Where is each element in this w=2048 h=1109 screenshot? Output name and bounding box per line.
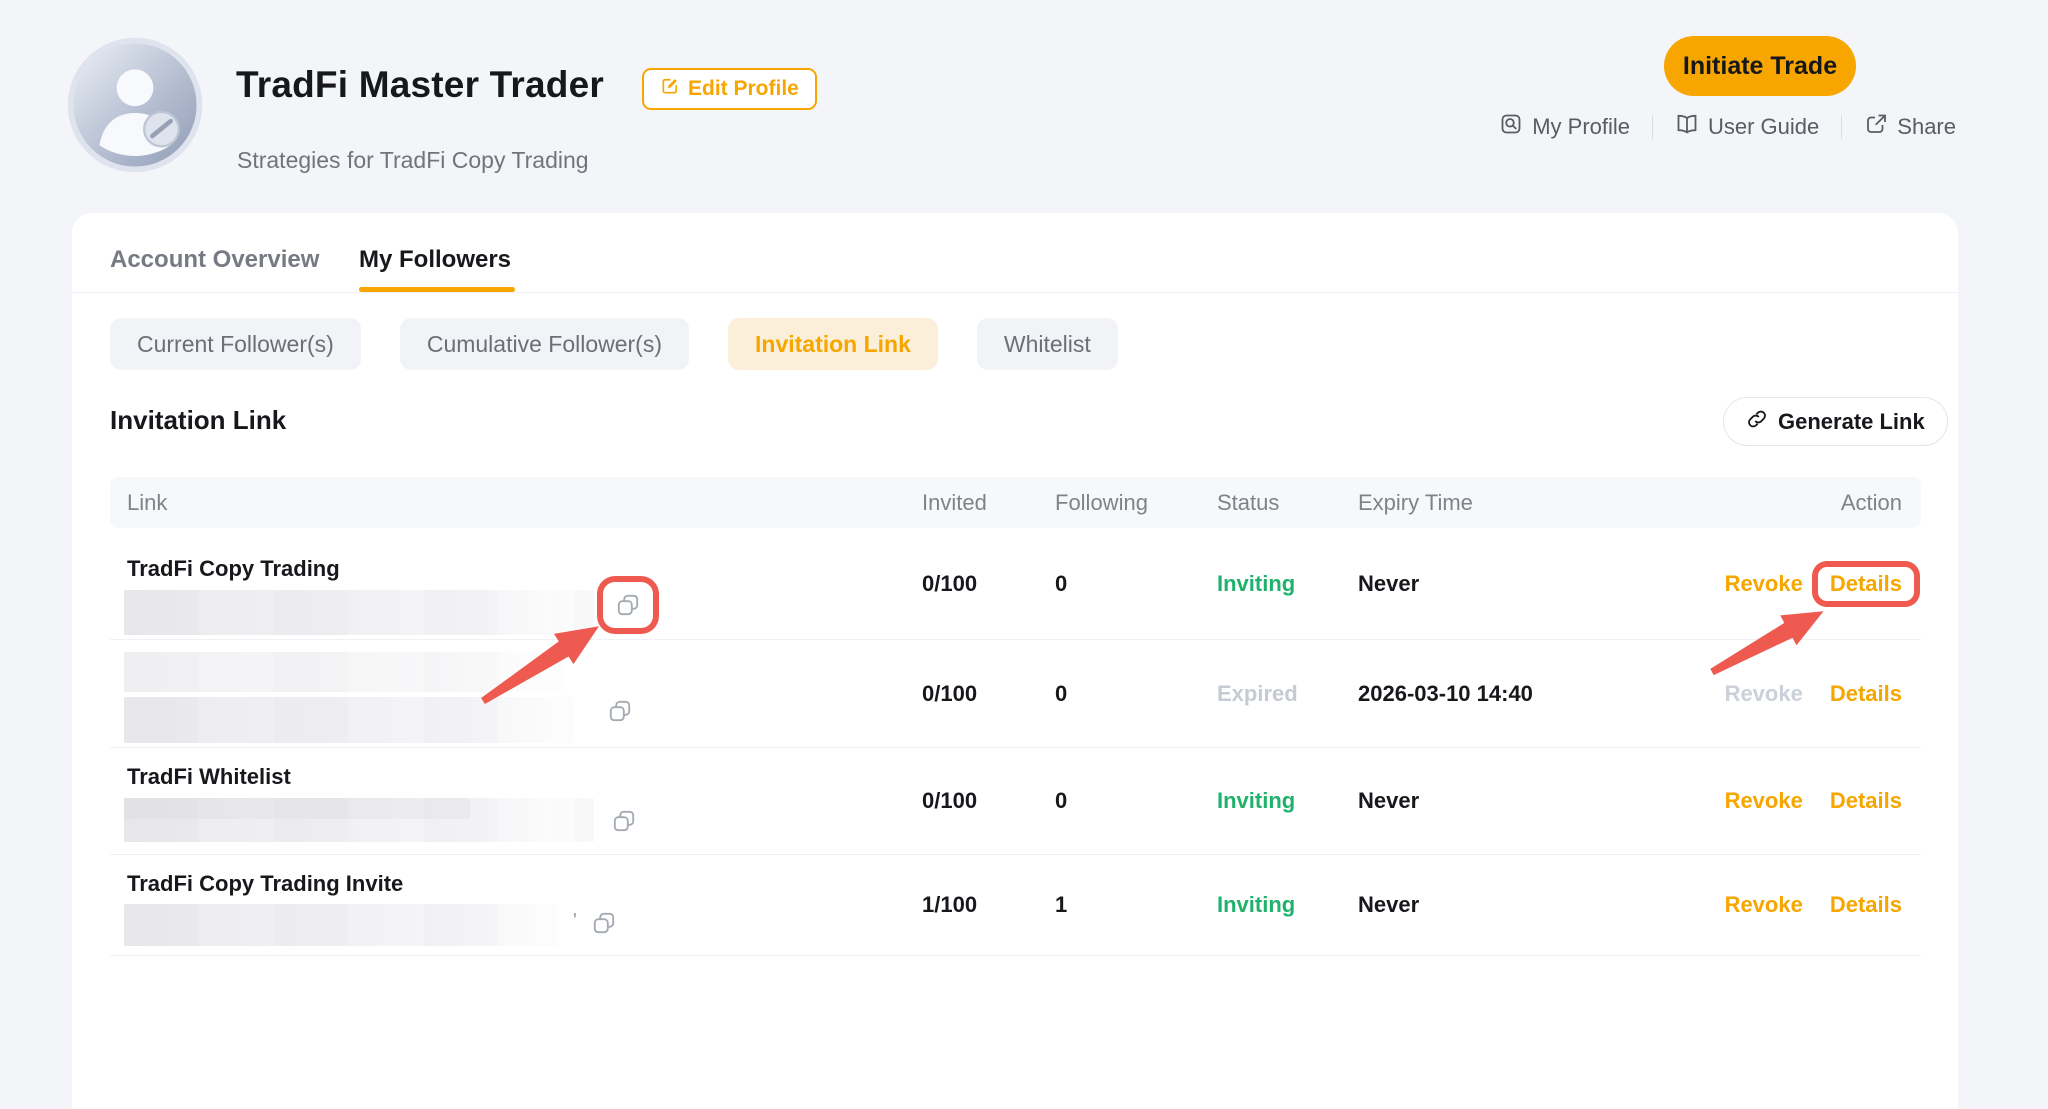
filter-pills: Current Follower(s) Cumulative Follower(… [110,318,1118,370]
revoke-link[interactable]: Revoke [1725,892,1803,918]
expiry-time: Never [1358,571,1419,597]
tab-my-followers[interactable]: My Followers [359,246,511,274]
share-label: Share [1897,114,1956,140]
redacted-link-url [124,697,574,743]
share-icon [1864,112,1888,142]
divider [1841,115,1842,139]
following-count: 0 [1055,681,1067,707]
invite-link-name: TradFi Whitelist [127,764,291,790]
copy-link-button[interactable] [591,910,617,936]
invited-count: 0/100 [922,571,977,597]
col-invited: Invited [922,490,987,516]
edit-icon [660,76,680,102]
my-profile-link[interactable]: My Profile [1499,112,1630,142]
row-actions: Revoke Details [1725,892,1902,918]
main-card: Account Overview My Followers Current Fo… [72,213,1958,1109]
generate-link-button[interactable]: Generate Link [1723,397,1948,446]
filter-cumulative-followers[interactable]: Cumulative Follower(s) [400,318,689,370]
profile-subtitle: Strategies for TradFi Copy Trading [237,147,589,174]
table-row: 0/100 0 Expired 2026-03-10 14:40 Revoke … [110,640,1921,748]
page-title: TradFi Master Trader [236,64,604,106]
profile-search-icon [1499,112,1523,142]
copy-link-highlight-box [603,582,653,628]
initiate-trade-button[interactable]: Initiate Trade [1664,36,1856,96]
following-count: 0 [1055,788,1067,814]
redacted-link-url [124,798,470,819]
copy-link-button[interactable] [607,698,633,724]
table-row: TradFi Copy Trading 0/100 0 Inviting Nev… [110,528,1921,640]
col-action: Action [1841,490,1902,516]
row-actions: Revoke Details [1725,681,1902,707]
redacted-link-url [124,590,594,635]
user-guide-link[interactable]: User Guide [1675,112,1819,142]
book-icon [1675,112,1699,142]
invited-count: 0/100 [922,681,977,707]
copy-link-button[interactable] [615,592,641,618]
copy-link-button[interactable] [611,808,637,834]
redacted-link-name [124,652,564,692]
my-profile-label: My Profile [1532,114,1630,140]
following-count: 1 [1055,892,1067,918]
section-title: Invitation Link [110,405,286,436]
following-count: 0 [1055,571,1067,597]
status-badge: Inviting [1217,892,1295,918]
table-row: TradFi Whitelist 0/100 0 Inviting Never … [110,748,1921,855]
col-status: Status [1217,490,1279,516]
edit-profile-button[interactable]: Edit Profile [642,68,817,110]
redacted-link-tail: ' [573,910,577,933]
expiry-time: Never [1358,892,1419,918]
details-link[interactable]: Details [1830,681,1902,707]
invited-count: 1/100 [922,892,977,918]
edit-profile-label: Edit Profile [688,77,799,101]
status-badge: Inviting [1217,788,1295,814]
page: TradFi Master Trader Edit Profile Strate… [0,0,2048,1109]
status-badge: Inviting [1217,571,1295,597]
divider [1652,115,1653,139]
row-actions: Revoke Details [1725,571,1902,597]
table-row: TradFi Copy Trading Invite ' 1/100 1 Inv… [110,855,1921,956]
avatar [66,36,204,174]
revoke-link[interactable]: Revoke [1725,788,1803,814]
redacted-link-url [124,904,559,946]
filter-current-followers[interactable]: Current Follower(s) [110,318,361,370]
share-link[interactable]: Share [1864,112,1956,142]
details-link[interactable]: Details [1830,788,1902,814]
status-badge: Expired [1217,681,1298,707]
invite-link-name: TradFi Copy Trading [127,556,340,582]
tabs-divider [72,292,1958,293]
invited-count: 0/100 [922,788,977,814]
col-following: Following [1055,490,1148,516]
col-expiry-time: Expiry Time [1358,490,1473,516]
generate-link-label: Generate Link [1778,409,1925,435]
filter-whitelist[interactable]: Whitelist [977,318,1118,370]
details-link[interactable]: Details [1830,571,1902,596]
details-highlight-box: Details [1818,567,1914,601]
col-link: Link [127,490,167,516]
header-links: My Profile User Guide Share [1499,112,1956,142]
invite-link-name: TradFi Copy Trading Invite [127,871,403,897]
details-link[interactable]: Details [1830,892,1902,918]
expiry-time: 2026-03-10 14:40 [1358,681,1533,707]
table-header: Link Invited Following Status Expiry Tim… [110,477,1921,528]
revoke-link-disabled: Revoke [1725,681,1803,707]
tab-account-overview[interactable]: Account Overview [110,246,319,274]
link-icon [1746,408,1768,436]
user-guide-label: User Guide [1708,114,1819,140]
filter-invitation-link[interactable]: Invitation Link [728,318,938,370]
row-actions: Revoke Details [1725,788,1902,814]
revoke-link[interactable]: Revoke [1725,571,1803,597]
expiry-time: Never [1358,788,1419,814]
